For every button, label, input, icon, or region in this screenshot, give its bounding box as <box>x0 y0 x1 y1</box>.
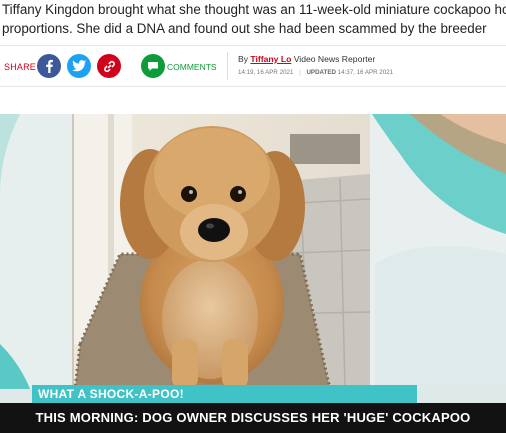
article-standfirst: Tiffany Kingdon brought what she thought… <box>0 0 506 42</box>
video-caption: THIS MORNING: DOG OWNER DISCUSSES HER 'H… <box>35 410 471 425</box>
comments-button[interactable] <box>141 54 165 78</box>
twitter-icon <box>72 60 86 72</box>
published-time: 14:19, 16 APR 2021 <box>238 69 294 76</box>
share-label: SHARE <box>4 62 37 72</box>
author-link[interactable]: Tiffany Lo <box>250 54 291 64</box>
author-role: Video News Reporter <box>293 54 376 64</box>
video-player[interactable]: WHAT A SHOCK-A-POO! THIS MORNING: DOG OW… <box>0 114 506 433</box>
lower-third-ticker: WHAT A SHOCK-A-POO! <box>32 385 417 403</box>
share-bar: SHARE COMMENTS By Tiffany Lo Video News … <box>0 45 506 87</box>
article-dates: 14:19, 16 APR 2021 | UPDATED 14:37, 16 A… <box>238 69 393 76</box>
share-divider <box>227 52 228 80</box>
facebook-share-button[interactable] <box>37 54 61 78</box>
updated-time: 14:37, 16 APR 2021 <box>337 69 394 76</box>
copy-link-button[interactable] <box>97 54 121 78</box>
byline-prefix: By <box>238 54 249 64</box>
byline: By Tiffany Lo Video News Reporter <box>238 54 375 64</box>
facebook-icon <box>46 59 53 73</box>
ticker-text: WHAT A SHOCK-A-POO! <box>38 387 184 401</box>
twitter-share-button[interactable] <box>67 54 91 78</box>
video-caption-bar: THIS MORNING: DOG OWNER DISCUSSES HER 'H… <box>0 403 506 433</box>
comment-bubble-icon <box>148 61 158 71</box>
comments-link[interactable]: COMMENTS <box>167 62 217 72</box>
standfirst-line-1: Tiffany Kingdon brought what she thought… <box>2 2 506 17</box>
date-separator: | <box>299 69 301 76</box>
updated-label: UPDATED <box>306 69 336 76</box>
link-icon <box>103 60 115 72</box>
standfirst-line-2: proportions. She did a DNA and found out… <box>2 21 487 36</box>
